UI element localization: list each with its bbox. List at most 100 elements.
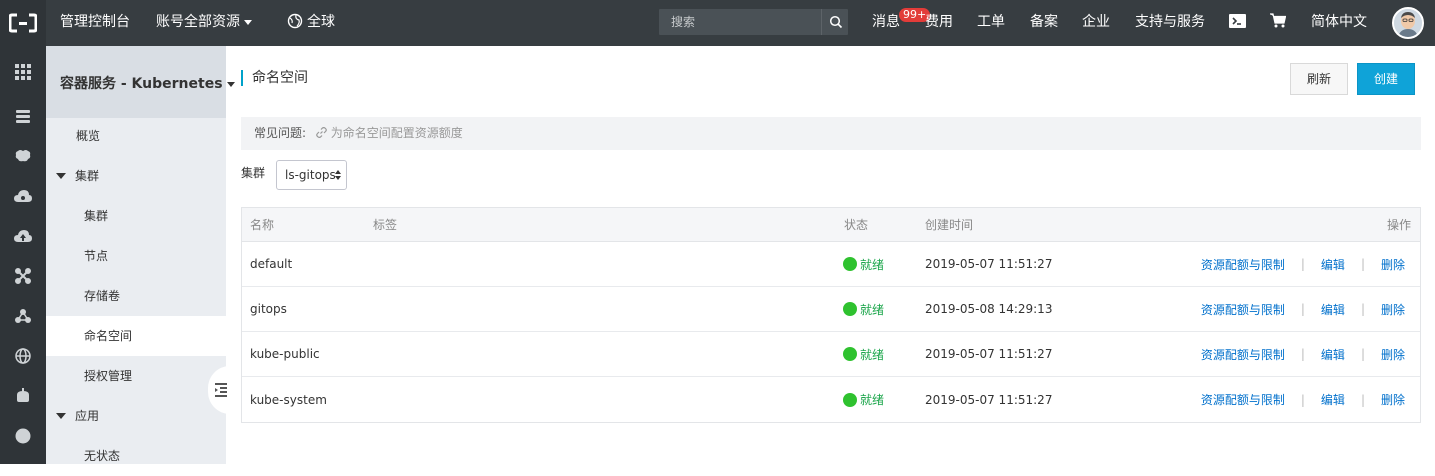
refresh-button[interactable]: 刷新 [1290,63,1348,95]
support-link[interactable]: 支持与服务 [1135,0,1205,46]
sidebar-item-stateless[interactable]: 无状态 [46,436,226,476]
sidebar: 容器服务 - Kubernetes 概览 集群 集群 节点 存储卷 命名空间 授… [46,46,235,464]
status-badge: 就绪 [843,377,884,422]
table-row: kube-public 就绪 2019-05-07 11:51:27 资源配额与… [242,332,1420,377]
messages-link[interactable]: 消息 [872,0,900,46]
account-resources-dropdown[interactable]: 账号全部资源 [156,0,252,46]
sidebar-item-nodes[interactable]: 节点 [46,236,226,276]
table-row: default 就绪 2019-05-07 11:51:27 资源配额与限制 |… [242,242,1420,287]
select-arrows-icon [335,170,341,180]
edit-link[interactable]: 编辑 [1321,256,1345,273]
faq-link-text: 为命名空间配置资源额度 [330,126,463,140]
monitor-icon [17,388,29,402]
link-icon [316,127,327,138]
chevron-down-icon [244,19,252,25]
quota-link[interactable]: 资源配额与限制 [1201,301,1285,318]
created-time: 2019-05-08 14:29:13 [925,302,1053,316]
action-divider: | [1300,257,1305,271]
product-switcher[interactable]: 容器服务 - Kubernetes [60,73,235,93]
rail-monitor-button[interactable] [0,376,46,416]
delete-link[interactable]: 删除 [1381,346,1405,363]
terminal-button[interactable] [1229,0,1246,46]
avatar[interactable] [1392,7,1424,39]
delete-link[interactable]: 删除 [1381,391,1405,408]
status-ok-icon [843,302,857,316]
region-label: 全球 [307,14,335,30]
console-link[interactable]: 管理控制台 [60,0,130,46]
quota-link[interactable]: 资源配额与限制 [1201,256,1285,273]
search-button[interactable] [821,9,848,35]
language-switcher[interactable]: 简体中文 [1311,0,1367,46]
brain-icon [15,150,31,162]
cart-button[interactable] [1270,0,1287,46]
status-ok-icon [843,257,857,271]
quota-link[interactable]: 资源配额与限制 [1201,391,1285,408]
icp-link[interactable]: 备案 [1030,0,1058,46]
row-actions: 资源配额与限制 | 编辑 | 删除 [1201,377,1405,422]
rail-database-button[interactable] [0,96,46,136]
action-divider: | [1300,392,1305,407]
header-created: 创建时间 [925,218,974,232]
sidebar-group-clusters[interactable]: 集群 [46,156,226,196]
header-name: 名称 [250,218,275,232]
sidebar-group-applications[interactable]: 应用 [46,396,226,436]
rail-circle-button[interactable] [0,416,46,456]
edit-link[interactable]: 编辑 [1321,301,1345,318]
delete-link[interactable]: 删除 [1381,256,1405,273]
sidebar-item-overview[interactable]: 概览 [46,116,226,156]
status-text: 就绪 [860,347,885,362]
circle-icon [15,428,31,444]
search-input[interactable] [659,9,819,35]
rail-globe-button[interactable] [0,336,46,376]
sidebar-item-clusters[interactable]: 集群 [46,196,226,236]
cluster-select[interactable]: ls-gitops [276,160,347,190]
action-divider: | [1360,347,1365,361]
sidebar-item-namespaces[interactable]: 命名空间 [46,316,226,356]
namespace-name: kube-public [250,347,320,361]
billing-link[interactable]: 费用 [925,0,953,46]
rail-ai-button[interactable] [0,136,46,176]
faq-bar: 常见问题: 为命名空间配置资源额度 [241,117,1421,150]
created-time: 2019-05-07 11:51:27 [925,257,1053,271]
namespace-table: 名称 标签 状态 创建时间 操作 default 就绪 2019-05-07 1… [241,207,1421,423]
row-actions: 资源配额与限制 | 编辑 | 删除 [1201,332,1405,376]
header-actions: 操作 [1386,218,1411,232]
status-ok-icon [843,392,857,407]
cloud-upload-icon [14,230,32,242]
tickets-link[interactable]: 工单 [977,0,1005,46]
search-icon [829,15,843,29]
quota-link[interactable]: 资源配额与限制 [1201,346,1285,363]
created-time: 2019-05-07 11:51:27 [925,392,1053,407]
status-badge: 就绪 [843,287,884,331]
globe-icon [15,348,31,364]
edit-link[interactable]: 编辑 [1321,391,1345,408]
create-button[interactable]: 创建 [1357,63,1415,95]
cluster-icon [15,309,31,323]
sidebar-item-authorization[interactable]: 授权管理 [46,356,226,396]
cloud-settings-icon [14,190,32,202]
status-text: 就绪 [860,257,885,272]
rail-cloud-settings-button[interactable] [0,176,46,216]
enterprise-link[interactable]: 企业 [1082,0,1110,46]
row-actions: 资源配额与限制 | 编辑 | 删除 [1201,287,1405,331]
caret-down-icon [56,412,66,419]
edit-link[interactable]: 编辑 [1321,346,1345,363]
rail-products-button[interactable] [0,52,46,92]
collapse-menu-icon [215,383,227,397]
grid-icon [15,64,31,80]
action-divider: | [1360,302,1365,316]
aliyun-logo-icon[interactable] [0,0,46,46]
status-badge: 就绪 [843,332,884,376]
faq-link[interactable]: 为命名空间配置资源额度 [316,126,463,140]
rail-cloud-upload-button[interactable] [0,216,46,256]
status-text: 就绪 [860,393,885,407]
search-box [659,9,848,35]
rail-network-button[interactable] [0,256,46,296]
product-icon-rail [0,46,46,464]
region-selector[interactable]: 全球 [287,0,335,46]
sidebar-item-volumes[interactable]: 存储卷 [46,276,226,316]
delete-link[interactable]: 删除 [1381,301,1405,318]
terminal-icon [1229,13,1246,28]
rail-cluster-button[interactable] [0,296,46,336]
page-title: 命名空间 [241,70,308,86]
